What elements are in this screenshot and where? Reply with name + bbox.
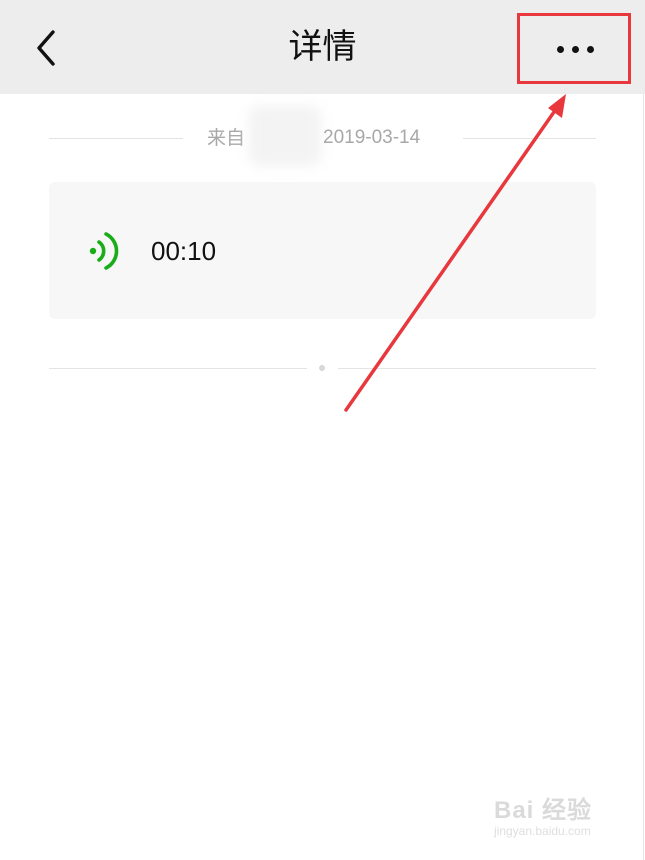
source-info: 来自 2019-03-14 (49, 106, 596, 166)
end-divider (49, 360, 596, 376)
navigation-bar: 详情 (0, 0, 645, 94)
divider-line (463, 138, 596, 139)
chevron-left-icon (37, 30, 55, 66)
source-date: 2019-03-14 (323, 127, 421, 148)
watermark: Bai 经验 jingyan.baidu.com (494, 790, 614, 850)
divider-line (49, 368, 307, 369)
voice-wave-icon (89, 232, 119, 270)
more-options-button[interactable] (518, 14, 632, 84)
voice-duration: 00:10 (151, 236, 217, 266)
right-edge-border (643, 94, 644, 860)
source-name-redacted (249, 106, 321, 166)
voice-message-card[interactable]: 00:10 (49, 182, 596, 319)
divider-line (49, 138, 183, 139)
divider-dot (319, 365, 325, 371)
source-prefix: 来自 (207, 127, 246, 149)
watermark-logo: Bai 经验 (494, 797, 593, 824)
divider-line (338, 368, 596, 369)
detail-page: 详情 来自 2019-03-14 00:10 Bai 经验 jingyan.ba… (0, 0, 645, 860)
watermark-url: jingyan.baidu.com (494, 824, 591, 838)
back-button[interactable] (22, 22, 70, 74)
more-horizontal-icon (556, 45, 594, 53)
